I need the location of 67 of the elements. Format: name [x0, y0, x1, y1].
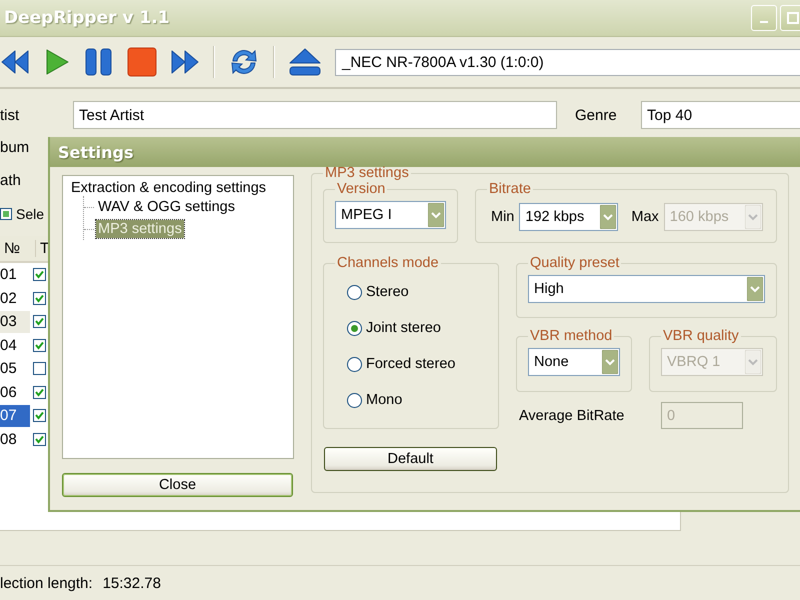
group-title: Version — [336, 181, 386, 197]
tree-item[interactable]: WAV & OGG settings — [96, 198, 237, 216]
artist-field[interactable]: Test Artist — [73, 101, 557, 129]
radio-label: Joint stereo — [366, 320, 441, 336]
group-title: VBR method — [529, 328, 614, 344]
checkbox[interactable] — [33, 409, 46, 422]
group-title: Channels mode — [336, 255, 440, 271]
field-label: Average BitRate — [519, 408, 624, 424]
field-label: tist — [0, 106, 20, 124]
table-cell: 03 — [0, 310, 30, 333]
dropdown[interactable]: MPEG I — [335, 201, 446, 229]
dropdown[interactable]: High — [528, 275, 765, 303]
dialog-title: Settings — [58, 142, 134, 162]
stop-icon[interactable] — [127, 47, 157, 77]
chevron-icon — [428, 203, 444, 227]
radio-button[interactable] — [347, 356, 362, 372]
field-label: bum — [0, 139, 30, 156]
field-label: Genre — [575, 106, 618, 124]
default-button[interactable]: Default — [324, 447, 497, 471]
table-cell-text: 08 — [0, 430, 18, 450]
minimize-icon — [760, 21, 768, 23]
checkbox[interactable] — [0, 208, 12, 220]
chevron-icon — [745, 350, 761, 374]
maximize-icon — [787, 12, 799, 24]
genre-field[interactable]: Top 40 — [641, 101, 800, 129]
checkbox[interactable] — [33, 292, 46, 305]
device-dropdown[interactable]: _NEC NR-7800A v1.30 (1:0:0) — [335, 48, 800, 76]
group-title: Quality preset — [529, 255, 620, 271]
chevron-icon — [744, 204, 761, 228]
field-label: Max — [631, 208, 659, 224]
pause-icon[interactable] — [84, 47, 114, 77]
checkbox[interactable] — [33, 315, 46, 328]
chevron-icon — [747, 277, 763, 301]
checkbox[interactable] — [33, 338, 46, 352]
eject-icon[interactable] — [288, 47, 322, 77]
status-label: lection length: — [0, 574, 93, 592]
group-title: MP3 settings — [324, 165, 410, 181]
checkbox-label: Sele — [16, 206, 44, 222]
tree-item[interactable]: Extraction & encoding settings — [71, 180, 285, 196]
status-value: 15:32.78 — [102, 574, 161, 592]
window-title: DeepRipper v 1.1 — [4, 8, 171, 28]
chevron-icon — [602, 350, 618, 374]
field-label: ath — [0, 172, 21, 189]
radio-label: Stereo — [366, 284, 409, 300]
checkbox[interactable] — [33, 268, 46, 282]
checkbox[interactable] — [33, 432, 46, 446]
table-cell: 07 — [0, 404, 30, 427]
checkbox[interactable] — [33, 386, 46, 399]
table-cell-text: 04 — [0, 336, 18, 356]
field-label: Min — [491, 208, 514, 224]
table-cell-text: 05 — [0, 359, 18, 380]
dropdown[interactable]: 192 kbps — [519, 202, 618, 230]
chevron-icon — [600, 204, 616, 228]
radio-button[interactable] — [347, 320, 362, 336]
table-cell-text: 06 — [0, 382, 18, 403]
table-cell-text: 02 — [0, 288, 18, 309]
close-button[interactable]: Close — [62, 473, 293, 497]
radio-label: Forced stereo — [366, 356, 456, 372]
table-cell-text: 01 — [0, 265, 18, 286]
group-title: Bitrate — [488, 181, 532, 197]
radio-label: Mono — [366, 392, 402, 408]
dropdown[interactable]: None — [528, 348, 620, 376]
column-header[interactable]: № — [0, 240, 36, 257]
radio-button[interactable] — [347, 284, 362, 300]
checkbox[interactable] — [33, 362, 46, 376]
group-title: VBR quality — [662, 328, 740, 344]
radio-button[interactable] — [347, 392, 362, 408]
